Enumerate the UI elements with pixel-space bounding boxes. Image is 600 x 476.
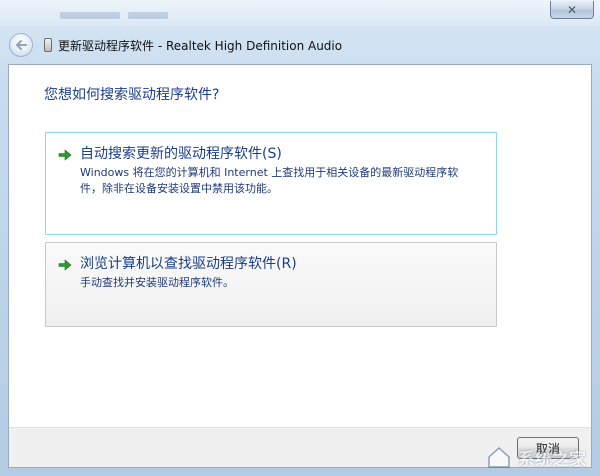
background-window-hint: [60, 4, 360, 22]
window-title: 更新驱动程序软件 - Realtek High Definition Audio: [58, 38, 343, 53]
page-heading: 您想如何搜索驱动程序软件?: [44, 87, 220, 103]
title-bar: 更新驱动程序软件 - Realtek High Definition Audio: [44, 36, 342, 54]
dialog-content: 您想如何搜索驱动程序软件? 自动搜索更新的驱动程序软件(S) Windows 将…: [8, 64, 592, 468]
house-logo-icon: [488, 446, 510, 468]
option-auto-search[interactable]: 自动搜索更新的驱动程序软件(S) Windows 将在您的计算机和 Intern…: [45, 132, 497, 235]
back-button[interactable]: [9, 33, 33, 57]
option-browse-computer[interactable]: 浏览计算机以查找驱动程序软件(R) 手动查找并安装驱动程序软件。: [45, 242, 497, 327]
close-button[interactable]: ✕: [550, 1, 594, 19]
watermark: 系统之家: [486, 444, 586, 470]
watermark-text: 系统之家: [518, 449, 586, 470]
option-description: Windows 将在您的计算机和 Internet 上查找用于相关设备的最新驱动…: [80, 166, 459, 195]
green-arrow-icon: [58, 259, 72, 271]
option-title: 浏览计算机以查找驱动程序软件(R): [80, 256, 297, 272]
option-title: 自动搜索更新的驱动程序软件(S): [80, 146, 282, 162]
close-icon: ✕: [566, 2, 578, 17]
back-arrow-icon: [16, 40, 27, 50]
window-frame: ✕ 更新驱动程序软件 - Realtek High Definition Aud…: [0, 0, 600, 476]
option-description: 手动查找并安装驱动程序软件。: [80, 276, 234, 289]
device-icon: [44, 38, 52, 52]
green-arrow-icon: [58, 149, 72, 161]
